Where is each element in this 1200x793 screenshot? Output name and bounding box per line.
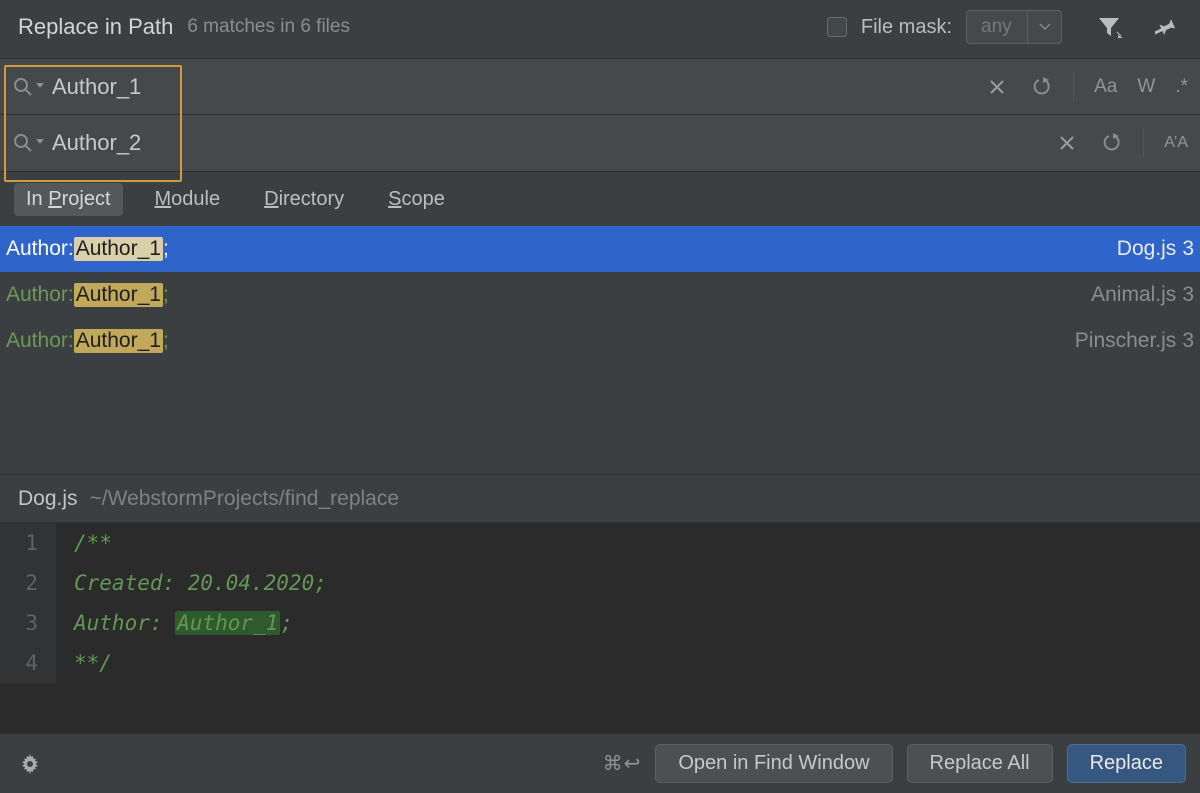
scope-tab[interactable]: Directory — [252, 183, 356, 216]
result-row[interactable]: Author: Author_1; Dog.js3 — [0, 226, 1200, 272]
replace-button[interactable]: Replace — [1067, 744, 1186, 783]
scope-tab[interactable]: Scope — [376, 183, 457, 216]
find-input-row: Author_1 Aa W .* — [0, 58, 1200, 115]
result-match: Author_1 — [74, 283, 163, 307]
preview-header: Dog.js ~/WebstormProjects/find_replace — [0, 474, 1200, 522]
whole-word-toggle[interactable]: W — [1133, 74, 1159, 100]
preserve-case-toggle[interactable]: A’A — [1160, 132, 1192, 154]
match-case-toggle[interactable]: Aa — [1090, 74, 1121, 100]
chevron-down-icon — [1027, 11, 1061, 43]
results-list: Author: Author_1;Dog.js3Author: Author_1… — [0, 226, 1200, 364]
file-mask-label: File mask: — [861, 16, 952, 39]
clear-replace-icon[interactable] — [1051, 127, 1083, 159]
filter-icon[interactable] — [1094, 11, 1126, 43]
line-number: 3 — [0, 603, 56, 643]
result-prefix: Author: — [6, 329, 74, 353]
result-line: 3 — [1182, 329, 1194, 353]
result-match: Author_1 — [74, 329, 163, 353]
rerun-icon[interactable] — [1095, 127, 1127, 159]
clear-find-icon[interactable] — [981, 71, 1013, 103]
dialog-footer: ⌘↩ Open in Find Window Replace All Repla… — [0, 733, 1200, 793]
result-prefix: Author: — [6, 283, 74, 307]
code-line: 3 Author: Author_1; — [0, 603, 1200, 643]
result-match: Author_1 — [74, 237, 163, 261]
line-number: 2 — [0, 563, 56, 603]
history-caret-icon[interactable] — [36, 139, 46, 147]
find-input[interactable]: Author_1 — [46, 74, 981, 100]
preview-path: ~/WebstormProjects/find_replace — [90, 487, 400, 511]
shortcut-hint: ⌘↩ — [603, 751, 642, 776]
settings-icon[interactable] — [14, 748, 46, 780]
result-prefix: Author: — [6, 237, 74, 261]
result-line: 3 — [1182, 237, 1194, 261]
scope-tabs: In Project Module Directory Scope — [0, 172, 1200, 226]
code-preview: 1/**2 Created: 20.04.2020;3 Author: Auth… — [0, 522, 1200, 733]
result-suffix: ; — [163, 237, 169, 261]
result-file: Pinscher.js — [1075, 329, 1177, 353]
match-count: 6 matches in 6 files — [187, 16, 350, 38]
file-mask-checkbox[interactable] — [827, 17, 847, 37]
result-suffix: ; — [163, 283, 169, 307]
dialog-title: Replace in Path — [18, 14, 173, 40]
preview-file: Dog.js — [18, 487, 78, 511]
open-find-window-button[interactable]: Open in Find Window — [655, 744, 892, 783]
replace-input-row: Author_2 A’A — [0, 115, 1200, 172]
scope-tab[interactable]: In Project — [14, 183, 123, 216]
result-file: Dog.js — [1117, 237, 1177, 261]
result-line: 3 — [1182, 283, 1194, 307]
result-suffix: ; — [163, 329, 169, 353]
replace-all-button[interactable]: Replace All — [907, 744, 1053, 783]
pin-icon[interactable] — [1150, 11, 1182, 43]
file-mask-select[interactable]: any — [966, 10, 1062, 44]
result-row[interactable]: Author: Author_1; Animal.js3 — [0, 272, 1200, 318]
history-caret-icon[interactable] — [36, 83, 46, 91]
scope-tab[interactable]: Module — [143, 183, 233, 216]
result-file: Animal.js — [1091, 283, 1176, 307]
line-number: 4 — [0, 643, 56, 683]
code-line: 4 **/ — [0, 643, 1200, 683]
file-mask-value: any — [967, 16, 1027, 38]
code-line: 1/** — [0, 523, 1200, 563]
rerun-icon[interactable] — [1025, 71, 1057, 103]
replace-input[interactable]: Author_2 — [46, 130, 1051, 156]
line-number: 1 — [0, 523, 56, 563]
dialog-header: Replace in Path 6 matches in 6 files Fil… — [0, 0, 1200, 58]
code-line: 2 Created: 20.04.2020; — [0, 563, 1200, 603]
result-row[interactable]: Author: Author_1; Pinscher.js3 — [0, 318, 1200, 364]
regex-toggle[interactable]: .* — [1171, 74, 1192, 100]
